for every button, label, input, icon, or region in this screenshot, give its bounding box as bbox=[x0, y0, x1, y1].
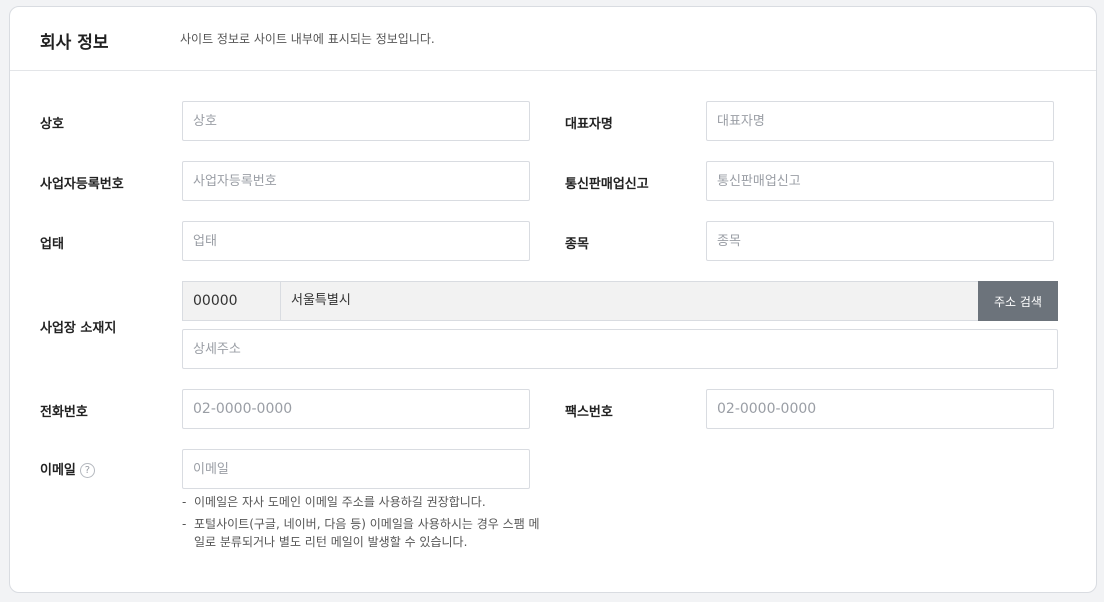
ecommerce-report-input[interactable] bbox=[706, 161, 1054, 201]
company-info-card: 회사 정보 사이트 정보로 사이트 내부에 표시되는 정보입니다. 상호 대표자… bbox=[9, 6, 1097, 593]
address-label: 사업장 소재지 bbox=[40, 321, 117, 336]
fax-label: 팩스번호 bbox=[565, 405, 613, 420]
email-notes: 이메일은 자사 도메인 이메일 주소를 사용하길 권장합니다. 포털사이트(구글… bbox=[182, 493, 542, 555]
section-description: 사이트 정보로 사이트 내부에 표시되는 정보입니다. bbox=[180, 32, 435, 46]
ecommerce-report-label: 통신판매업신고 bbox=[565, 177, 649, 192]
fax-input[interactable] bbox=[706, 389, 1054, 429]
business-reg-no-label: 사업자등록번호 bbox=[40, 177, 124, 192]
business-type-input[interactable] bbox=[182, 221, 530, 261]
phone-input[interactable] bbox=[182, 389, 530, 429]
address-detail-input[interactable] bbox=[182, 329, 1058, 369]
address-search-button[interactable]: 주소 검색 bbox=[978, 281, 1058, 321]
address-main-field[interactable]: 서울특별시 bbox=[281, 282, 978, 320]
company-name-input[interactable] bbox=[182, 101, 530, 141]
business-item-input[interactable] bbox=[706, 221, 1054, 261]
address-row: 00000 서울특별시 주소 검색 bbox=[182, 281, 1058, 321]
help-icon[interactable]: ? bbox=[79, 463, 95, 478]
email-label-group: 이메일? bbox=[40, 459, 95, 478]
email-note: 이메일은 자사 도메인 이메일 주소를 사용하길 권장합니다. bbox=[182, 493, 542, 511]
phone-label: 전화번호 bbox=[40, 405, 88, 420]
email-label: 이메일 bbox=[40, 463, 76, 478]
email-input[interactable] bbox=[182, 449, 530, 489]
ceo-name-input[interactable] bbox=[706, 101, 1054, 141]
section-title: 회사 정보 bbox=[40, 33, 109, 53]
company-name-label: 상호 bbox=[40, 117, 64, 132]
zipcode-field[interactable]: 00000 bbox=[183, 282, 281, 320]
card-header: 회사 정보 사이트 정보로 사이트 내부에 표시되는 정보입니다. bbox=[10, 7, 1096, 71]
business-reg-no-input[interactable] bbox=[182, 161, 530, 201]
ceo-name-label: 대표자명 bbox=[565, 117, 613, 132]
business-item-label: 종목 bbox=[565, 237, 589, 252]
business-type-label: 업태 bbox=[40, 237, 64, 252]
email-note: 포털사이트(구글, 네이버, 다음 등) 이메일을 사용하시는 경우 스팸 메일… bbox=[182, 515, 542, 551]
